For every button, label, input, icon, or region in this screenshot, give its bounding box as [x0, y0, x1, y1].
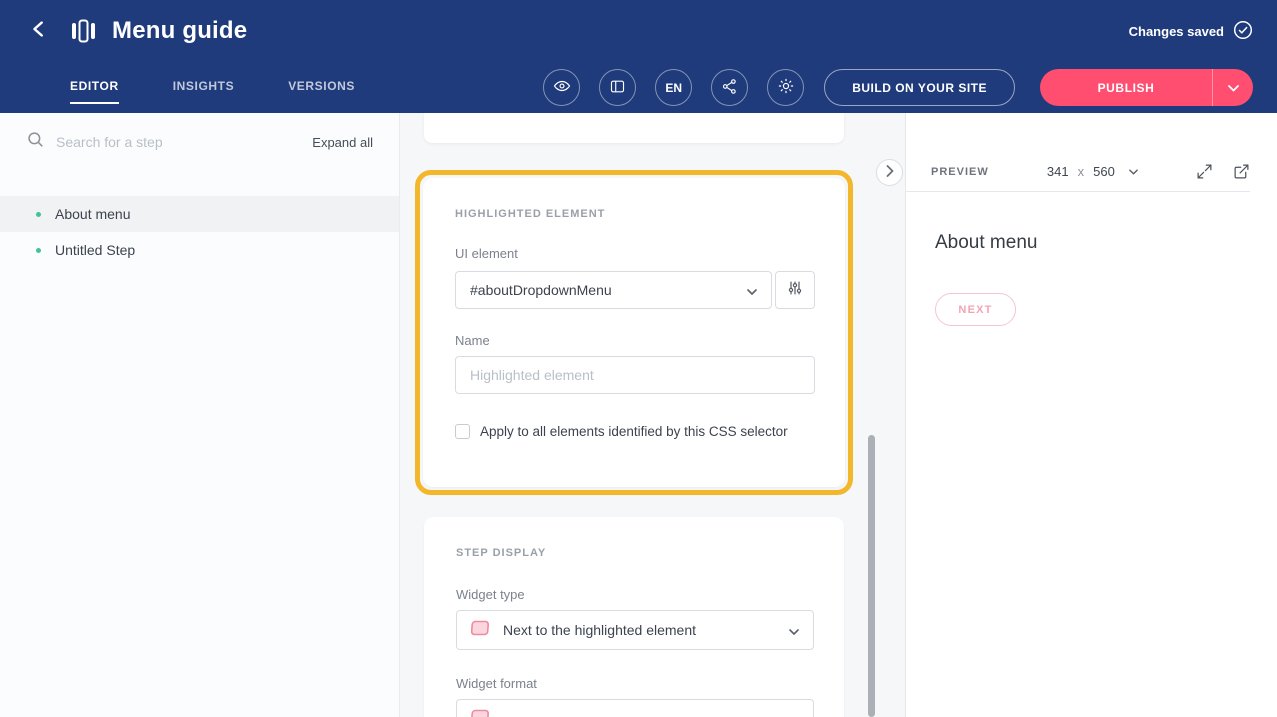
preview-next-button[interactable]: NEXT: [935, 293, 1016, 326]
preview-size-selector[interactable]: 341 x 560: [989, 164, 1196, 179]
preview-panel: PREVIEW 341 x 560 About menu NEXT: [905, 113, 1277, 717]
chevron-down-icon: [1228, 79, 1239, 97]
preview-size-width: 341: [1047, 164, 1069, 179]
header-toolbar-row: EDITOR INSIGHTS VERSIONS EN: [24, 62, 1253, 113]
header-actions: EN BUILD ON YOUR SITE PUBLISH: [524, 69, 1253, 106]
step-list: About menu Untitled Step: [0, 196, 399, 268]
app-header: Menu guide Changes saved EDITOR INSIGHTS…: [0, 0, 1277, 113]
step-display-card: STEP DISPLAY Widget type Next to the hig…: [424, 517, 844, 717]
apply-all-label: Apply to all elements identified by this…: [480, 424, 788, 439]
tab-editor[interactable]: EDITOR: [70, 79, 119, 97]
layout-panel-icon: [609, 78, 626, 98]
ui-element-select[interactable]: #aboutDropdownMenu: [455, 271, 772, 309]
editor-scrollbar-thumb[interactable]: [868, 435, 875, 717]
tab-versions[interactable]: VERSIONS: [288, 79, 355, 97]
preview-content: About menu NEXT: [906, 192, 1250, 326]
step-search-row: Expand all: [0, 113, 399, 171]
tab-insights[interactable]: INSIGHTS: [173, 79, 234, 97]
chevron-down-icon: [1129, 169, 1138, 175]
back-button[interactable]: [24, 16, 54, 46]
sliders-icon: [787, 280, 803, 301]
preview-toolbar-icons: [1196, 163, 1250, 180]
editor-cards-column: HIGHLIGHTED ELEMENT UI element #aboutDro…: [424, 113, 844, 717]
search-input[interactable]: [56, 134, 312, 150]
step-item-label: Untitled Step: [55, 242, 135, 258]
layout-button[interactable]: [599, 69, 636, 106]
step-status-dot: [36, 248, 41, 253]
tutorial-highlight-ring: HIGHLIGHTED ELEMENT UI element #aboutDro…: [415, 170, 853, 495]
chevron-down-icon: [747, 282, 757, 298]
preview-step-title: About menu: [935, 232, 1250, 254]
widget-format-icon: [471, 709, 490, 717]
header-top-row: Menu guide Changes saved: [24, 0, 1253, 62]
open-in-new-tab-button[interactable]: [1233, 163, 1250, 180]
page-title: Menu guide: [112, 17, 247, 45]
share-button[interactable]: [711, 69, 748, 106]
widget-format-label: Widget format: [456, 676, 814, 691]
ui-element-value: #aboutDropdownMenu: [470, 282, 612, 298]
expand-preview-button[interactable]: [1196, 163, 1213, 180]
step-item-label: About menu: [55, 206, 131, 222]
selector-settings-button[interactable]: [775, 271, 815, 309]
search-icon: [27, 131, 44, 153]
step-item-about-menu[interactable]: About menu: [0, 196, 399, 232]
widget-format-select[interactable]: [456, 699, 814, 717]
step-status-dot: [36, 212, 41, 217]
publish-dropdown-button[interactable]: [1212, 69, 1253, 106]
gear-icon: [777, 77, 795, 98]
language-label: EN: [665, 81, 682, 95]
build-on-your-site-button[interactable]: BUILD ON YOUR SITE: [824, 69, 1015, 106]
back-chevron-icon: [28, 18, 50, 45]
preview-title: PREVIEW: [931, 166, 989, 178]
widget-type-icon: [471, 620, 490, 640]
highlighted-element-card: HIGHLIGHTED ELEMENT UI element #aboutDro…: [423, 178, 845, 487]
step-item-untitled-step[interactable]: Untitled Step: [0, 232, 399, 268]
publish-button[interactable]: PUBLISH: [1040, 69, 1212, 106]
share-icon: [721, 78, 738, 98]
publish-split-button: PUBLISH: [1040, 69, 1253, 106]
section-title: HIGHLIGHTED ELEMENT: [455, 208, 815, 220]
settings-button[interactable]: [767, 69, 804, 106]
chevron-down-icon: [789, 622, 799, 638]
apply-all-row: Apply to all elements identified by this…: [455, 424, 815, 439]
app-logo-icon: [70, 18, 98, 44]
collapse-preview-button[interactable]: [876, 159, 903, 186]
main-tabs: EDITOR INSIGHTS VERSIONS: [70, 79, 355, 97]
changes-saved-status: Changes saved: [1129, 20, 1253, 43]
chevron-right-icon: [886, 164, 894, 182]
preview-size-height: 560: [1093, 164, 1115, 179]
steps-sidebar: Expand all About menu Untitled Step: [0, 113, 400, 717]
expand-all-link[interactable]: Expand all: [312, 135, 373, 150]
widget-type-label: Widget type: [456, 587, 814, 602]
name-label: Name: [455, 333, 815, 348]
preview-header-row: PREVIEW 341 x 560: [906, 152, 1250, 192]
previous-card-partial: [424, 113, 844, 143]
changes-saved-label: Changes saved: [1129, 24, 1224, 39]
widget-type-select[interactable]: Next to the highlighted element: [456, 610, 814, 650]
preview-size-separator: x: [1078, 164, 1085, 179]
widget-type-value: Next to the highlighted element: [503, 622, 776, 638]
ui-element-row: #aboutDropdownMenu: [455, 271, 815, 309]
highlighted-element-name-input[interactable]: [455, 356, 815, 394]
ui-element-label: UI element: [455, 246, 815, 261]
section-title: STEP DISPLAY: [456, 547, 814, 559]
app-body: Expand all About menu Untitled Step HIGH…: [0, 113, 1277, 717]
preview-eye-button[interactable]: [543, 69, 580, 106]
check-circle-icon: [1233, 20, 1253, 43]
language-button[interactable]: EN: [655, 69, 692, 106]
apply-all-checkbox[interactable]: [455, 424, 470, 439]
eye-icon: [553, 77, 571, 98]
step-editor-panel: HIGHLIGHTED ELEMENT UI element #aboutDro…: [400, 113, 905, 717]
